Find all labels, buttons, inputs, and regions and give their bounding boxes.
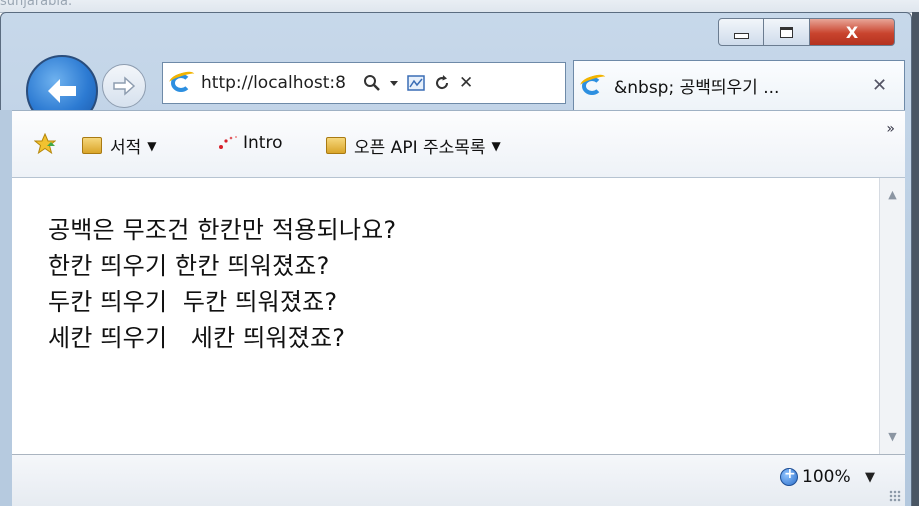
window-shadow xyxy=(912,12,919,506)
folder-icon xyxy=(82,137,102,154)
magnifier-icon[interactable] xyxy=(363,74,381,92)
resize-grip-icon[interactable] xyxy=(889,490,901,502)
folder-icon xyxy=(326,137,346,154)
tab-close-icon[interactable]: ✕ xyxy=(872,75,887,96)
close-window-button[interactable]: X xyxy=(810,18,895,46)
triangle-down-icon[interactable] xyxy=(389,78,399,88)
url-text[interactable]: http://localhost:8 xyxy=(201,73,359,93)
compatibility-view-icon[interactable] xyxy=(407,74,425,92)
status-bar: 100% ▼ xyxy=(12,454,905,506)
favorites-star-button[interactable] xyxy=(34,133,56,155)
close-window-icon: X xyxy=(845,22,859,42)
stop-icon[interactable]: ✕ xyxy=(459,73,473,93)
chevron-down-icon[interactable]: ▼ xyxy=(865,470,875,485)
more-chevron-icon[interactable]: » xyxy=(886,121,895,137)
scroll-down-icon[interactable]: ▼ xyxy=(880,424,905,448)
refresh-icon[interactable] xyxy=(433,74,451,92)
minimize-icon xyxy=(733,33,749,39)
background-window-text: sunjarabia. xyxy=(0,0,73,9)
favorites-item-label: 오픈 API 주소목록 xyxy=(354,138,486,158)
tab-active[interactable]: &nbsp; 공백띄우기 ... ✕ xyxy=(573,60,905,110)
favorites-folder-openapi[interactable]: 오픈 API 주소목록 ▼ xyxy=(326,133,501,158)
vertical-scrollbar[interactable]: ▲ ▼ xyxy=(879,178,905,454)
ie-tab-icon xyxy=(579,71,607,99)
maximize-button[interactable] xyxy=(764,18,810,46)
window-left-frame xyxy=(0,110,12,506)
star-icon xyxy=(34,133,56,155)
favorites-folder-books[interactable]: 서적 ▼ xyxy=(82,133,157,158)
tab-title: &nbsp; 공백띄우기 ... xyxy=(614,78,780,98)
text-line: 한칸 띄우기 한칸 띄워졌죠? xyxy=(48,252,330,280)
favorites-bar: 서적 ▼ Intro 오픈 API 주소목록 ▼ » xyxy=(12,110,905,178)
chevron-down-icon: ▼ xyxy=(147,138,157,153)
dots-loader-icon xyxy=(219,136,237,149)
maximize-icon xyxy=(780,26,793,38)
favorites-item-label: Intro xyxy=(243,133,283,153)
zoom-in-icon xyxy=(780,466,798,486)
ie-page-icon xyxy=(168,69,196,96)
chevron-down-icon: ▼ xyxy=(491,138,501,153)
arrow-right-icon xyxy=(113,76,136,96)
zoom-level: 100% xyxy=(802,467,851,487)
page-content: 공백은 무조건 한칸만 적용되나요? 한칸 띄우기 한칸 띄워졌죠? 두칸 띄우… xyxy=(12,178,879,454)
forward-button[interactable] xyxy=(102,64,146,108)
text-line: 공백은 무조건 한칸만 적용되나요? xyxy=(48,216,397,244)
favorites-link-intro[interactable]: Intro xyxy=(217,133,282,153)
favorites-item-label: 서적 xyxy=(110,138,142,158)
scroll-up-icon[interactable]: ▲ xyxy=(880,182,905,206)
text-line: 두칸 띄우기 두칸 띄워졌죠? xyxy=(48,288,338,316)
arrow-left-icon xyxy=(48,79,76,103)
text-line: 세칸 띄우기 세칸 띄워졌죠? xyxy=(48,324,346,352)
zoom-button[interactable]: 100% xyxy=(780,466,851,487)
address-bar[interactable]: http://localhost:8 ✕ xyxy=(162,62,566,104)
minimize-button[interactable] xyxy=(718,18,764,46)
